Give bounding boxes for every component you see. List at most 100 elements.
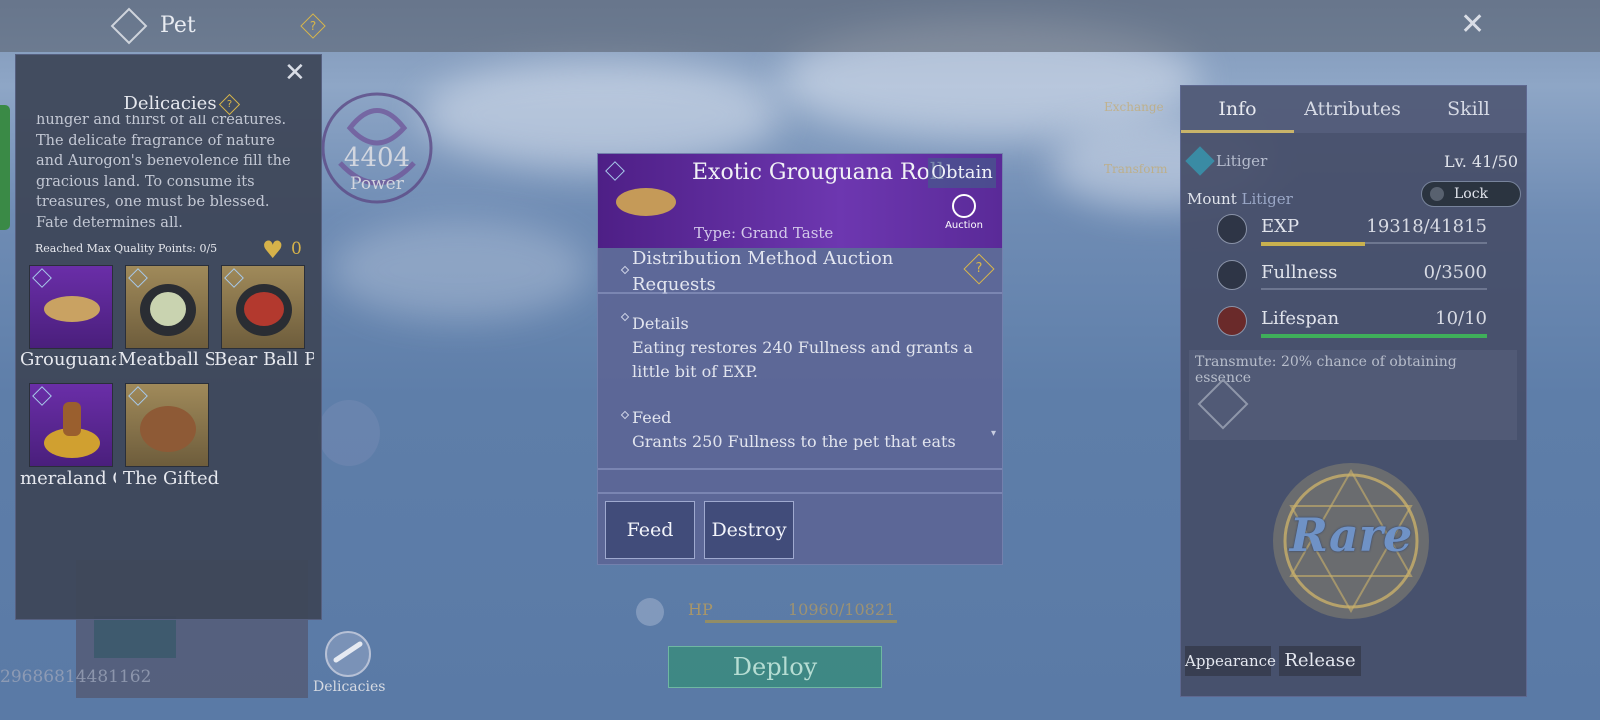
- hp-bar: [705, 620, 897, 623]
- transmute-text: Transmute: 20% chance of obtaining essen…: [1195, 354, 1457, 386]
- quality-icon: [32, 386, 52, 406]
- transmute-box: Transmute: 20% chance of obtaining essen…: [1189, 350, 1517, 440]
- delicacies-icon[interactable]: [316, 630, 376, 680]
- top-bar: Pet ? ✕: [0, 0, 1600, 52]
- quality-points: Reached Max Quality Points: 0/5: [35, 242, 218, 255]
- stat-name: Lifespan: [1261, 308, 1340, 329]
- essence-icon[interactable]: [1197, 378, 1249, 430]
- skewer-icon: [44, 296, 100, 322]
- panel-header: Delicacies: [30, 93, 310, 114]
- exchange-label[interactable]: Exchange: [1104, 100, 1164, 114]
- item-type: Type: Grand Taste: [694, 224, 834, 242]
- lock-label: Lock: [1453, 186, 1489, 202]
- stat-value: 19318/41815: [1366, 216, 1487, 237]
- tab-skill[interactable]: Skill: [1411, 86, 1526, 133]
- page-title: Pet: [160, 13, 196, 38]
- power-emblem: 4404 Power: [320, 88, 434, 208]
- bullet-icon: [620, 312, 630, 322]
- dragon-icon[interactable]: [318, 400, 380, 466]
- stat-name: EXP: [1261, 216, 1300, 237]
- pet-thumbnail[interactable]: [94, 616, 176, 658]
- stat-fullness: Fullness 0/3500: [1261, 262, 1487, 290]
- food-slot[interactable]: [29, 383, 113, 467]
- food-slot[interactable]: [125, 383, 209, 467]
- divider: [598, 492, 1002, 494]
- tab-info[interactable]: Info: [1181, 86, 1294, 133]
- heart-count: 0: [291, 239, 302, 259]
- transform-label[interactable]: Transform: [1104, 162, 1168, 176]
- stat-track: [1261, 288, 1487, 290]
- delicacies-label[interactable]: Delicacies: [313, 679, 385, 695]
- feed-title: Feed: [632, 408, 672, 427]
- tab-bar: Info Attributes Skill: [1181, 86, 1526, 133]
- panel-header-label: Delicacies: [123, 93, 217, 114]
- rarity-label: Rare: [1289, 508, 1413, 562]
- exp-icon: [1217, 214, 1247, 244]
- food-label: Meatball Sc: [118, 349, 214, 370]
- auction-button[interactable]: Auction: [940, 194, 988, 231]
- bullet-icon: [620, 410, 630, 420]
- feed-button[interactable]: Feed: [605, 501, 695, 559]
- deploy-button[interactable]: Deploy: [668, 646, 882, 688]
- item-image-icon: [616, 188, 676, 216]
- quality-icon: [32, 268, 52, 288]
- stat-fill: [1261, 242, 1365, 246]
- item-header: Exotic Grouguana Roll Obtain Auction Typ…: [598, 154, 1002, 248]
- destroy-button[interactable]: Destroy: [704, 501, 794, 559]
- help-icon[interactable]: ?: [963, 253, 995, 285]
- meatball-icon: [150, 292, 186, 326]
- food-slot[interactable]: [125, 265, 209, 349]
- distribution-method: Distribution Method Auction Requests: [632, 248, 894, 295]
- vase-icon: [63, 402, 81, 436]
- description-text: hunger and thirst of all creatures. The …: [36, 115, 291, 231]
- divider: [598, 292, 1002, 294]
- lock-toggle[interactable]: Lock: [1421, 181, 1521, 207]
- pet-level: Lv. 41/50: [1443, 152, 1518, 171]
- food-slot[interactable]: [29, 265, 113, 349]
- food-label: Grouguana: [20, 349, 116, 370]
- mount-label: Mount: [1187, 190, 1237, 208]
- food-label: meraland C: [20, 468, 116, 489]
- stat-lifespan: Lifespan 10/10: [1261, 308, 1487, 338]
- rarity-emblem: Rare: [1261, 456, 1441, 626]
- close-icon[interactable]: ✕: [284, 58, 306, 88]
- stat-value: 10/10: [1435, 308, 1487, 329]
- active-tab-indicator: [1181, 130, 1294, 133]
- pet-info-panel: Info Attributes Skill Litiger Lv. 41/50 …: [1180, 85, 1527, 697]
- scroll-down-icon[interactable]: ▾: [991, 428, 996, 439]
- stat-name: Fullness: [1261, 262, 1338, 283]
- food-label: Bear Ball P: [214, 349, 314, 370]
- pet-menu-icon[interactable]: [110, 7, 148, 45]
- toggle-knob: [1430, 187, 1444, 201]
- hp-value: 10960/10821: [788, 600, 896, 619]
- delicacies-panel: ✕ Delicacies ? hunger and thirst of all …: [15, 54, 322, 620]
- appearance-button[interactable]: Appearance: [1185, 646, 1276, 676]
- hp-icon: [636, 598, 664, 626]
- close-icon[interactable]: ✕: [1460, 10, 1485, 40]
- stat-fill: [1261, 334, 1487, 338]
- auction-icon: [952, 194, 976, 218]
- cloud: [330, 220, 590, 320]
- side-tab[interactable]: [0, 105, 10, 230]
- hp-label: HP: [688, 600, 713, 619]
- food-slot[interactable]: [221, 265, 305, 349]
- release-button[interactable]: Release: [1279, 646, 1361, 676]
- stat-value: 0/3500: [1423, 262, 1487, 283]
- help-icon[interactable]: ?: [300, 13, 326, 39]
- auction-label: Auction: [945, 220, 983, 231]
- stat-exp: EXP 19318/41815: [1261, 216, 1487, 246]
- details-title: Details: [632, 314, 689, 333]
- quality-icon: [224, 268, 244, 288]
- feed-text: Grants 250 Fullness to the pet that eats…: [632, 432, 956, 450]
- mount-info: Mount Litiger: [1187, 190, 1293, 208]
- ball-icon: [244, 292, 284, 326]
- quality-icon: [605, 161, 625, 181]
- player-id: 29686814481162: [0, 667, 152, 687]
- heart-icon: [1217, 306, 1247, 336]
- item-name: Exotic Grouguana Roll: [692, 160, 944, 185]
- tab-attributes[interactable]: Attributes: [1294, 86, 1411, 133]
- bowl-icon: [140, 406, 196, 452]
- obtain-button[interactable]: Obtain: [928, 158, 996, 188]
- food-label: The Gifted: [123, 468, 220, 489]
- pet-name: Litiger: [1216, 152, 1268, 170]
